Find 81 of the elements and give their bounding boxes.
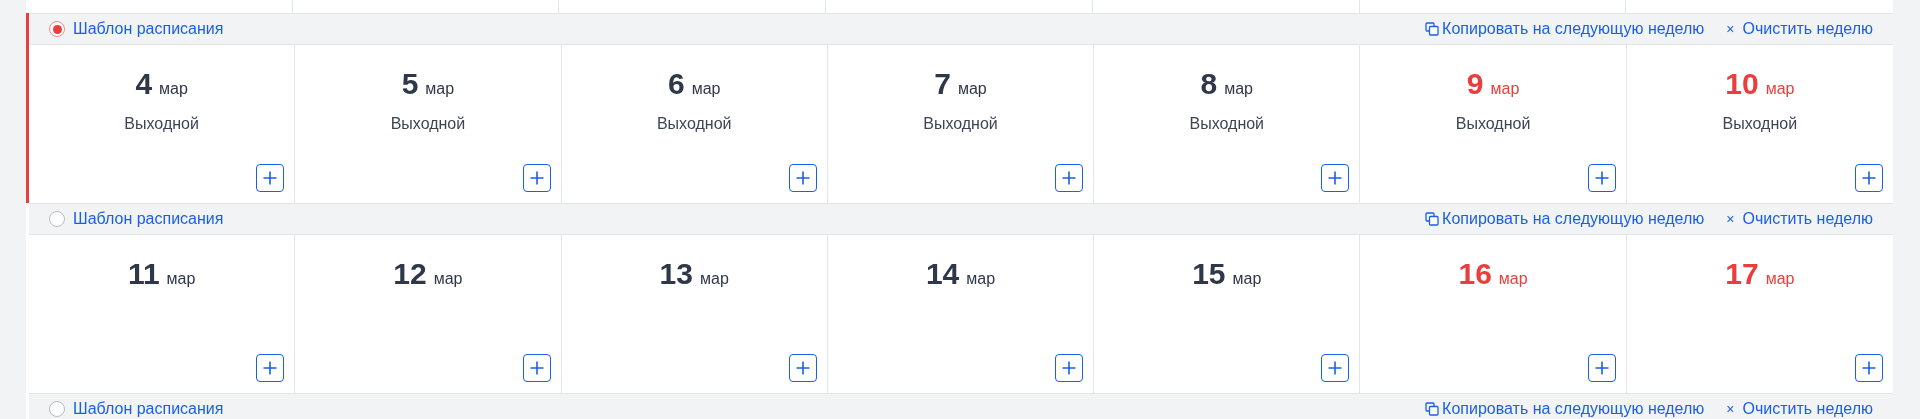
day-note: Выходной <box>656 115 732 133</box>
month-label: мар <box>966 270 996 288</box>
add-button[interactable] <box>1321 164 1350 192</box>
day-number: 11 <box>127 257 160 291</box>
copy-week-link[interactable]: Копировать на следующую неделю <box>1425 210 1705 228</box>
add-button[interactable] <box>1587 354 1616 382</box>
close-icon: × <box>1726 211 1735 227</box>
day-number: 9 <box>1466 67 1484 101</box>
plus-icon <box>262 360 279 376</box>
month-label: мар <box>957 80 987 98</box>
day-number: 16 <box>1458 257 1492 291</box>
copy-icon <box>1425 22 1440 36</box>
plus-icon <box>794 170 811 186</box>
clear-week-link[interactable]: Очистить неделю <box>1742 210 1873 228</box>
day-number: 5 <box>401 67 419 101</box>
plus-icon <box>1061 170 1078 186</box>
month-label: мар <box>1490 80 1520 98</box>
add-button[interactable] <box>256 164 285 192</box>
month-label: мар <box>159 80 188 98</box>
plus-icon <box>1861 170 1877 186</box>
template-link[interactable]: Шаблон расписания <box>73 20 224 38</box>
copy-week-link[interactable]: Копировать на следующую неделю <box>1425 400 1705 418</box>
day-number: 15 <box>1192 257 1226 291</box>
add-button[interactable] <box>256 354 285 382</box>
month-label: мар <box>691 80 721 98</box>
radio-button[interactable] <box>49 211 65 227</box>
day-note: Выходной <box>1455 115 1531 133</box>
plus-icon <box>1593 170 1610 186</box>
day-note: Выходной <box>390 115 466 133</box>
plus-icon <box>1861 360 1877 376</box>
day-note: Выходной <box>1722 115 1798 133</box>
day-number: 8 <box>1200 67 1218 101</box>
add-button[interactable] <box>522 164 551 192</box>
day-number: 6 <box>667 67 685 101</box>
month-label: мар <box>1224 80 1253 98</box>
day-number: 17 <box>1725 257 1759 291</box>
month-label: мар <box>425 80 455 98</box>
add-button[interactable] <box>788 354 817 382</box>
add-button[interactable] <box>1855 354 1883 382</box>
month-label: мар <box>1765 80 1795 98</box>
month-label: мар <box>166 270 196 288</box>
add-button[interactable] <box>788 164 817 192</box>
radio-button[interactable] <box>49 21 65 37</box>
add-button[interactable] <box>1855 164 1883 192</box>
plus-icon <box>528 170 545 186</box>
day-note: Выходной <box>923 115 998 133</box>
clear-week-link[interactable]: Очистить неделю <box>1742 400 1873 418</box>
month-label: мар <box>700 270 729 288</box>
radio-button[interactable] <box>49 401 65 417</box>
month-label: мар <box>433 270 463 288</box>
plus-icon <box>1327 360 1344 376</box>
day-number: 7 <box>934 67 951 101</box>
add-button[interactable] <box>1587 164 1616 192</box>
template-link[interactable]: Шаблон расписания <box>73 400 224 418</box>
month-label: мар <box>1765 270 1795 288</box>
copy-week-link[interactable]: Копировать на следующую неделю <box>1425 20 1705 38</box>
add-button[interactable] <box>1055 164 1084 192</box>
day-number: 13 <box>659 257 693 291</box>
plus-icon <box>1061 360 1078 376</box>
copy-icon <box>1425 402 1440 416</box>
day-number: 14 <box>925 257 960 291</box>
plus-icon <box>528 360 545 376</box>
close-icon: × <box>1726 401 1735 417</box>
day-number: 12 <box>393 257 427 291</box>
day-number: 4 <box>135 67 153 101</box>
copy-icon <box>1425 212 1440 226</box>
plus-icon <box>1327 170 1344 186</box>
add-button[interactable] <box>1055 354 1084 382</box>
day-note: Выходной <box>124 115 199 133</box>
month-label: мар <box>1498 270 1528 288</box>
day-number: 10 <box>1725 67 1759 101</box>
plus-icon <box>1593 360 1610 376</box>
day-note: Выходной <box>1189 115 1265 133</box>
month-label: мар <box>1232 270 1262 288</box>
template-link[interactable]: Шаблон расписания <box>73 210 224 228</box>
plus-icon <box>794 360 811 376</box>
add-button[interactable] <box>1321 354 1350 382</box>
add-button[interactable] <box>522 354 551 382</box>
clear-week-link[interactable]: Очистить неделю <box>1742 20 1873 38</box>
plus-icon <box>262 170 279 186</box>
close-icon: × <box>1726 21 1735 37</box>
